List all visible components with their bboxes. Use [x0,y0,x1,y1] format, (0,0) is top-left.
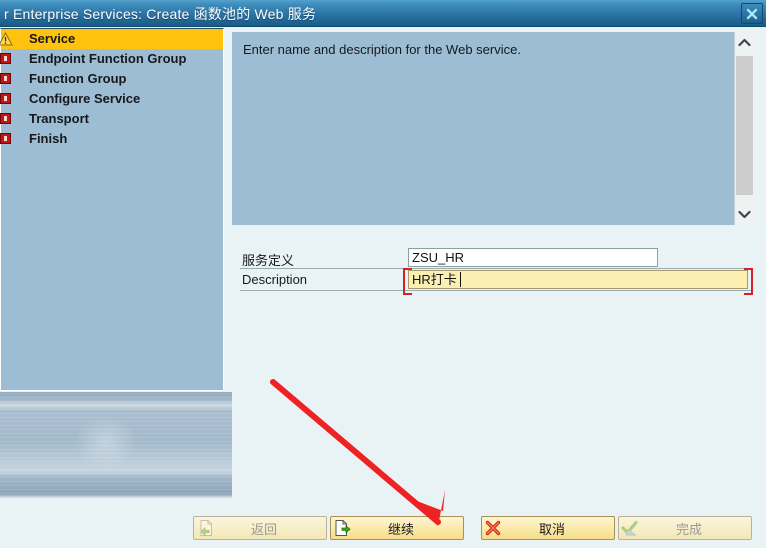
sidebar-item-label: Service [29,31,76,46]
red-square-icon [0,112,13,126]
close-button[interactable] [741,3,763,24]
finish-button-label: 完成 [675,521,702,537]
wizard-step-list: Service Endpoint Function Group Function… [0,28,224,391]
sidebar-item-finish[interactable]: Finish [0,129,223,149]
back-button[interactable]: 返回 [193,516,327,540]
continue-button[interactable]: 继续 [330,516,464,540]
chevron-down-icon [738,210,751,219]
sidebar-item-label: Transport [29,111,89,126]
warning-triangle-icon [0,32,13,46]
service-definition-input[interactable] [408,248,658,267]
sidebar-item-label: Function Group [29,71,127,86]
service-definition-label: 服务定义 [242,253,295,268]
cancel-button-label: 取消 [538,521,565,537]
dialog-footer: 返回 继续 取消 完成 [0,508,766,548]
form-row-service-definition: 服务定义 [232,248,752,269]
check-pencil-icon [619,517,641,539]
page-back-arrow-icon [194,517,216,539]
service-form: 服务定义 Description [232,248,753,295]
sidebar-item-service[interactable]: Service [0,29,223,49]
window-titlebar: r Enterprise Services: Create 函数池的 Web 服… [0,0,766,27]
form-row-divider [240,268,752,269]
form-row-divider [240,290,752,291]
window-title: r Enterprise Services: Create 函数池的 Web 服… [4,6,317,22]
instruction-text: Enter name and description for the Web s… [243,42,521,57]
sidebar-item-label: Endpoint Function Group [29,51,187,66]
sidebar-item-label: Finish [29,131,68,146]
finish-button[interactable]: 完成 [618,516,752,540]
red-square-icon [0,72,13,86]
sap-web-service-wizard-dialog: r Enterprise Services: Create 函数池的 Web 服… [0,0,766,548]
description-label: Description [242,272,308,287]
scroll-up-button[interactable] [735,32,754,53]
scroll-down-button[interactable] [735,204,754,225]
scrollbar-thumb[interactable] [736,56,753,195]
back-button-label: 返回 [250,521,277,537]
sap-watermark-graphic [0,392,232,502]
continue-button-label: 继续 [387,521,414,537]
sidebar-item-transport[interactable]: Transport [0,109,223,129]
description-field-wrapper [403,268,753,295]
instruction-panel: Enter name and description for the Web s… [232,32,734,225]
form-row-description: Description [232,268,753,295]
sidebar-item-label: Configure Service [29,91,141,106]
red-square-icon [0,92,13,106]
instruction-panel-scrollbar[interactable] [734,32,754,225]
page-next-arrow-icon [331,517,353,539]
sidebar-item-endpoint-function-group[interactable]: Endpoint Function Group [0,49,223,69]
cancel-button[interactable]: 取消 [481,516,615,540]
sidebar-item-configure-service[interactable]: Configure Service [0,89,223,109]
sidebar-item-function-group[interactable]: Function Group [0,69,223,89]
description-input[interactable] [408,270,748,289]
red-square-icon [0,132,13,146]
chevron-up-icon [738,38,751,47]
red-square-icon [0,52,13,66]
red-x-icon [482,517,504,539]
close-icon [746,8,758,20]
text-cursor [460,272,461,287]
